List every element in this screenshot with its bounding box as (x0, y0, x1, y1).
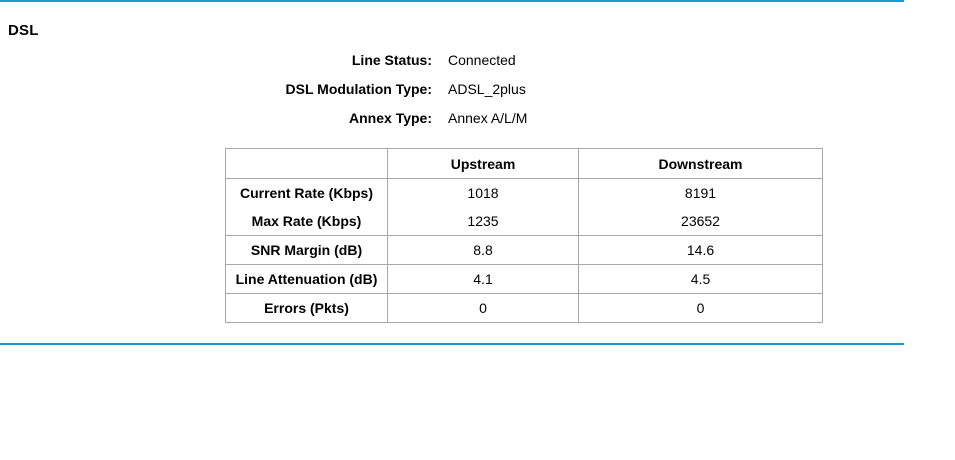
table-row: Line Attenuation (dB) 4.1 4.5 (225, 264, 823, 294)
row-label: Errors (Pkts) (225, 293, 388, 323)
row-label: Current Rate (Kbps) (225, 178, 388, 207)
modulation-type-value: ADSL_2plus (448, 81, 526, 97)
table-row: Max Rate (Kbps) 1235 23652 (225, 207, 823, 236)
upstream-value: 8.8 (387, 235, 579, 265)
downstream-value: 4.5 (578, 264, 823, 294)
upstream-value: 1018 (387, 178, 579, 207)
row-label: SNR Margin (dB) (225, 235, 388, 265)
upstream-value: 1235 (387, 207, 579, 236)
downstream-value: 8191 (578, 178, 823, 207)
row-label: Max Rate (Kbps) (225, 207, 388, 236)
annex-type-label: Annex Type: (349, 110, 432, 126)
table-row: Current Rate (Kbps) 1018 8191 (225, 178, 823, 207)
bottom-divider (0, 343, 904, 345)
table-row: SNR Margin (dB) 8.8 14.6 (225, 235, 823, 265)
modulation-type-label: DSL Modulation Type: (285, 81, 432, 97)
section-title: DSL (8, 22, 39, 39)
upstream-value: 4.1 (387, 264, 579, 294)
line-status-value: Connected (448, 52, 516, 68)
top-divider (0, 0, 904, 2)
downstream-value: 14.6 (578, 235, 823, 265)
modulation-type-row: DSL Modulation Type: ADSL_2plus (0, 81, 955, 99)
downstream-value: 0 (578, 293, 823, 323)
dsl-stats-table: Upstream Downstream Current Rate (Kbps) … (225, 148, 823, 323)
upstream-value: 0 (387, 293, 579, 323)
row-label: Line Attenuation (dB) (225, 264, 388, 294)
line-status-row: Line Status: Connected (0, 52, 955, 70)
header-upstream: Upstream (387, 148, 579, 179)
line-status-label: Line Status: (351, 52, 432, 68)
table-header-row: Upstream Downstream (225, 148, 823, 179)
table-row: Errors (Pkts) 0 0 (225, 293, 823, 323)
header-downstream: Downstream (578, 148, 823, 179)
annex-type-value: Annex A/L/M (448, 110, 528, 126)
downstream-value: 23652 (578, 207, 823, 236)
annex-type-row: Annex Type: Annex A/L/M (0, 110, 955, 128)
header-blank (225, 148, 388, 179)
